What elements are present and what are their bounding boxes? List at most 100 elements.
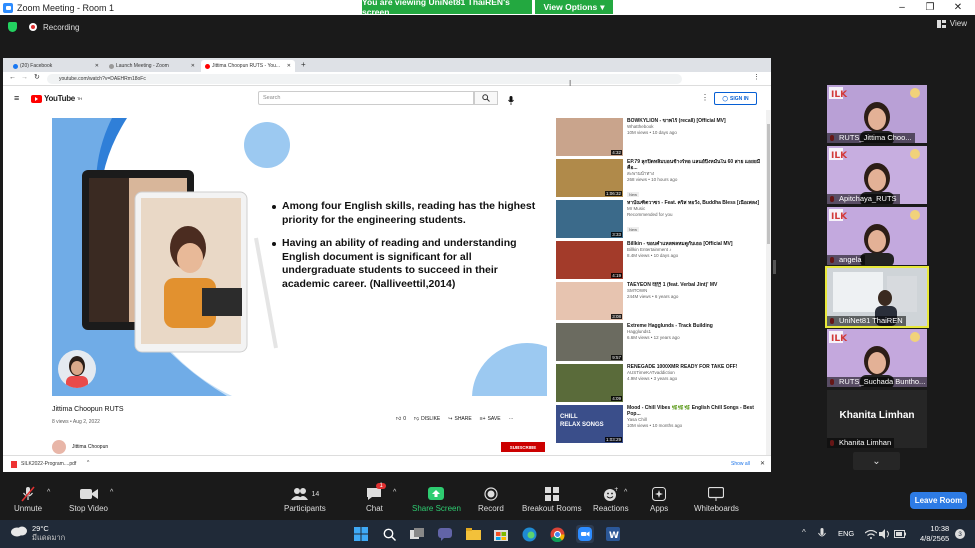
unmute-button[interactable]: Unmute — [14, 486, 42, 513]
recommended-video[interactable]: 4:19 Billkin - ขอบคำแหลพลหมดูกับเธอ [Offi… — [556, 241, 761, 279]
share-button[interactable]: ↪ SHARE — [448, 416, 471, 422]
browser-address-row: ← → ↻ youtube.com/watch?v=DAEHRm18oFc ⋮ — [3, 72, 771, 86]
stop-video-button[interactable]: Stop Video — [69, 486, 108, 513]
video-thumbnail[interactable]: 3:08 — [556, 282, 623, 320]
subscribe-button[interactable]: SUBSCRIBE — [501, 442, 545, 452]
forward-icon[interactable]: → — [21, 74, 28, 81]
close-tab-icon[interactable]: ✕ — [287, 63, 291, 69]
close-download-bar-icon[interactable]: ✕ — [760, 460, 765, 467]
gallery-resize-handle[interactable] — [773, 260, 776, 274]
record-button[interactable]: Record — [478, 486, 504, 513]
more-actions-icon[interactable]: ··· — [509, 416, 514, 422]
chat-button[interactable]: 1 Chat — [366, 483, 386, 513]
recommended-video[interactable]: 4:32 BOWKYLION - ขาพไร้ (recall) [Officia… — [556, 118, 761, 156]
participant-tile[interactable]: Khanita Limhan Khanita Limhan — [827, 390, 927, 448]
recommended-video[interactable]: CHILL RELAX SONGS 1:03:29 Mood - Chill Vib… — [556, 405, 761, 443]
browser-tab-facebook[interactable]: (20) Facebook ✕ — [9, 60, 103, 72]
reload-icon[interactable]: ↻ — [34, 73, 40, 81]
windows-start-icon[interactable] — [352, 525, 370, 543]
participant-tile[interactable]: ILK RUTS_Suchada Buntho... — [827, 329, 927, 387]
recommended-video[interactable]: 4:09 RENEGADE 1000XMR READY FOR TAKE OFF!… — [556, 364, 761, 402]
share-screen-button[interactable]: Share Screen — [412, 486, 461, 513]
participant-tile[interactable]: ILK angela — [827, 207, 927, 265]
new-badge: New — [627, 227, 640, 232]
battery-icon[interactable] — [891, 525, 909, 543]
security-shield-icon[interactable] — [8, 22, 17, 32]
microphone-icon[interactable] — [508, 92, 514, 110]
taskbar-clock[interactable]: 10:38 4/8/2565 — [920, 524, 949, 544]
video-thumbnail[interactable]: 1:06:32 — [556, 159, 623, 197]
minimize-button[interactable]: – — [887, 0, 917, 15]
browser-tab-youtube[interactable]: Jittima Choopun RUTS - You... ✕ — [201, 60, 295, 72]
participant-tile[interactable]: ILK Apitchaya_RUTS — [827, 146, 927, 204]
new-tab-button[interactable]: + — [301, 60, 306, 69]
chevron-up-icon[interactable]: ^ — [87, 460, 89, 466]
back-icon[interactable]: ← — [9, 74, 16, 81]
word-app-icon[interactable]: W — [604, 525, 622, 543]
muted-microphone-icon — [21, 486, 35, 502]
like-button[interactable]: 👍︎ 0 — [396, 416, 406, 422]
search-button[interactable] — [474, 91, 498, 105]
chat-options-chevron-icon[interactable]: ^ — [393, 489, 396, 496]
show-all-button[interactable]: Show all — [731, 461, 750, 467]
taskbar-microphone-icon[interactable] — [813, 525, 831, 543]
breakout-rooms-button[interactable]: Breakout Rooms — [522, 486, 582, 513]
video-thumbnail[interactable]: 3:33 — [556, 200, 623, 238]
sign-in-button[interactable]: ◯ SIGN IN — [714, 92, 757, 105]
weather-widget[interactable]: 29°C มีแดดมาก — [10, 524, 65, 542]
teams-chat-icon[interactable] — [436, 525, 454, 543]
channel-name[interactable]: Jittima Choopun — [72, 444, 108, 450]
participant-tile[interactable]: ILK RUTS_Jittima Choo... — [827, 85, 927, 143]
microsoft-store-icon[interactable] — [492, 525, 510, 543]
page-scrollbar[interactable] — [766, 110, 771, 455]
leave-room-button[interactable]: Leave Room — [910, 492, 967, 509]
gallery-next-page-button[interactable]: ⌄ — [853, 452, 900, 470]
recommended-video[interactable]: 3:33 หาบัณฑิตวาซร - Feat. คริส หอวัง, Bud… — [556, 200, 761, 238]
recommended-video[interactable]: 3:08 TAEYEON 태연 1 (feat. Verbal Jint)' MV… — [556, 282, 761, 320]
add-playlist-icon: ≡+ — [479, 416, 486, 422]
participant-tile[interactable]: UniNet81 ThaiREN — [825, 266, 929, 328]
recommended-video[interactable]: 1:06:32 EP.79 ลุกปิดหลิ่มบอนช้างร์ทอ แลนย… — [556, 159, 761, 197]
search-input[interactable]: Search — [258, 91, 474, 105]
video-thumbnail[interactable]: 4:09 — [556, 364, 623, 402]
view-options-button[interactable]: View Options ▾ — [535, 0, 613, 14]
browser-menu-icon[interactable]: ⋮ — [753, 73, 760, 81]
video-thumbnail[interactable]: CHILL RELAX SONGS 1:03:29 — [556, 405, 623, 443]
more-options-icon[interactable]: ⋮ — [701, 93, 709, 102]
task-view-icon[interactable] — [408, 525, 426, 543]
file-explorer-icon[interactable] — [464, 525, 482, 543]
dislike-button[interactable]: 👎︎ DISLIKE — [414, 416, 440, 422]
video-thumbnail[interactable]: 4:19 — [556, 241, 623, 279]
participants-button[interactable]: 14 Participants — [284, 486, 326, 513]
close-tab-icon[interactable]: ✕ — [191, 63, 195, 69]
youtube-logo[interactable]: YouTube TH — [31, 94, 82, 103]
audio-options-chevron-icon[interactable]: ^ — [47, 489, 50, 496]
reactions-options-chevron-icon[interactable]: ^ — [624, 489, 627, 496]
close-tab-icon[interactable]: ✕ — [95, 63, 99, 69]
channel-avatar[interactable] — [52, 440, 66, 454]
taskbar-search-icon[interactable] — [380, 525, 398, 543]
chrome-browser-icon[interactable] — [548, 525, 566, 543]
save-button[interactable]: ≡+ SAVE — [480, 416, 501, 422]
notification-badge[interactable]: 3 — [955, 529, 965, 539]
address-bar[interactable]: youtube.com/watch?v=DAEHRm18oFc — [47, 74, 682, 84]
video-thumbnail[interactable]: 9:57 — [556, 323, 623, 361]
slide-text: Among four English skills, reading has t… — [272, 200, 538, 301]
download-filename[interactable]: SILK2022-Program....pdf — [21, 461, 76, 467]
input-language[interactable]: ENG — [838, 529, 854, 538]
maximize-button[interactable]: ❐ — [915, 0, 945, 15]
zoom-app-icon[interactable] — [576, 525, 594, 543]
close-window-button[interactable]: ✕ — [943, 0, 973, 15]
video-thumbnail[interactable]: 4:32 — [556, 118, 623, 156]
view-button[interactable]: View — [936, 19, 967, 28]
recommended-video[interactable]: 9:57 Extreme Hagglunds - Track Building Ha… — [556, 323, 761, 361]
show-hidden-icons-chevron[interactable]: ^ — [802, 528, 806, 537]
video-player[interactable]: Among four English skills, reading has t… — [52, 118, 547, 396]
apps-button[interactable]: Apps — [650, 486, 668, 513]
video-options-chevron-icon[interactable]: ^ — [110, 489, 113, 496]
edge-browser-icon[interactable] — [520, 525, 538, 543]
whiteboards-button[interactable]: Whiteboards — [694, 486, 739, 513]
slide-bullet-text: Having an ability of reading and underst… — [282, 237, 517, 290]
hamburger-menu-icon[interactable]: ≡ — [14, 93, 19, 103]
browser-tab-zoom[interactable]: Launch Meeting - Zoom ✕ — [105, 60, 199, 72]
